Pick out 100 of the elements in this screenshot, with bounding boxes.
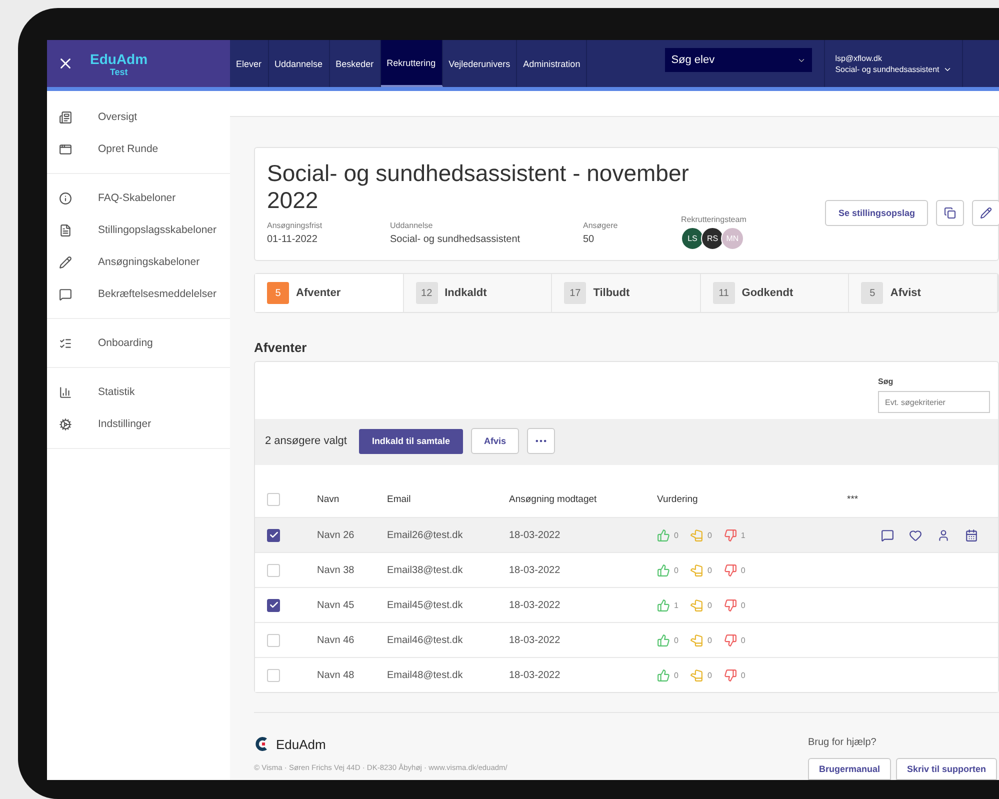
score-count: 0 xyxy=(740,636,746,644)
avatar: RS xyxy=(701,227,724,250)
nav-tab[interactable]: Vejlederunivers xyxy=(442,40,518,87)
copy-button[interactable] xyxy=(936,200,964,226)
sidebar-item[interactable]: Oversigt xyxy=(47,101,230,133)
help-button[interactable]: Brugermanual xyxy=(808,758,891,780)
score-count: 0 xyxy=(707,566,712,574)
column-header[interactable]: Navn xyxy=(317,494,340,504)
footer-brand: EduAdm xyxy=(276,736,326,752)
sidebar-item[interactable]: Bekræftelsesmeddelelser xyxy=(47,278,230,310)
name-cell-text: Navn 26 xyxy=(317,530,356,540)
nav-tab[interactable]: Elever xyxy=(230,40,269,87)
brand-name: EduAdm xyxy=(90,50,148,66)
table-row[interactable]: Navn 48 Email48@test.dk 18-03-2022 0 0 0 xyxy=(255,657,998,692)
view-posting-button[interactable]: Se stillingsopslag xyxy=(825,200,928,226)
eduadm-logo-icon xyxy=(254,735,270,753)
nav-tab[interactable]: Administration xyxy=(517,40,588,87)
field-label: Rekrutteringsteam xyxy=(681,215,746,224)
student-search-dropdown[interactable]: Søg elev xyxy=(665,48,812,72)
speech-bubble-icon xyxy=(59,288,72,300)
thumbs-up-icon[interactable] xyxy=(657,528,670,542)
help-text: Brug for hjælp? xyxy=(808,737,878,748)
person-icon[interactable] xyxy=(937,528,950,542)
column-header[interactable]: *** xyxy=(847,494,858,504)
stage-tab[interactable]: 5 Afventer xyxy=(255,274,404,312)
field-value: Social- og sundhedsassistent xyxy=(390,234,522,245)
row-checkbox[interactable] xyxy=(267,528,280,542)
thumb-sideways-icon[interactable] xyxy=(690,528,704,542)
environment-label: Test xyxy=(110,66,128,76)
thumbs-up-icon[interactable] xyxy=(657,668,670,682)
search-field[interactable]: Evt. søgekriterier xyxy=(878,391,990,413)
thumb-sideways-icon[interactable] xyxy=(690,564,704,576)
more-button[interactable] xyxy=(526,428,555,454)
settings-icon xyxy=(59,418,72,430)
table-row[interactable]: Navn 26 Email26@test.dk 18-03-2022 0 0 1 xyxy=(255,517,998,552)
date-cell-text: 18-03-2022 xyxy=(509,530,562,540)
select-all-checkbox[interactable] xyxy=(267,492,280,506)
user-menu[interactable]: lsp@xflow.dk Social- og sundhedsassistent xyxy=(824,40,964,87)
selection-count: 2 ansøgere valgt xyxy=(265,435,347,447)
email-cell-text: Email26@test.dk xyxy=(387,530,464,540)
email-cell-text: Email46@test.dk xyxy=(387,634,464,646)
date-cell-text: 18-03-2022 xyxy=(509,564,562,576)
section-title: Afventer xyxy=(254,340,308,355)
name-cell-text: Navn 48 xyxy=(317,670,356,680)
chart-icon xyxy=(59,386,72,398)
date-cell-text: 18-03-2022 xyxy=(509,634,562,646)
field-label: Ansøgere xyxy=(583,221,619,230)
avatar: MN xyxy=(721,227,744,250)
copy-icon xyxy=(944,206,956,219)
sidebar-item[interactable]: Indstillinger xyxy=(47,408,230,440)
stage-tab[interactable]: 12 Indkaldt xyxy=(404,274,552,312)
document-icon xyxy=(59,224,72,236)
score-count: 0 xyxy=(707,530,712,540)
sidebar-item[interactable]: Onboarding xyxy=(47,327,230,359)
field-label: Ansøgningsfrist xyxy=(267,221,324,230)
thumbs-down-icon[interactable] xyxy=(724,598,737,612)
sidebar-item[interactable]: Stillingopslagsskabeloner xyxy=(47,214,230,246)
reject-button[interactable]: Afvis xyxy=(470,428,519,454)
help-button[interactable]: Skriv til supporten xyxy=(896,758,997,780)
thumb-sideways-icon[interactable] xyxy=(690,634,704,646)
stage-tab[interactable]: 5 Afvist xyxy=(849,274,998,312)
column-header[interactable]: Vurdering xyxy=(657,494,698,504)
score-count: 0 xyxy=(707,670,712,680)
thumbs-down-icon[interactable] xyxy=(724,634,737,646)
nav-tab[interactable]: Rekruttering xyxy=(380,40,443,87)
pencil-icon xyxy=(59,256,72,268)
heart-icon[interactable] xyxy=(909,528,922,542)
edit-button[interactable] xyxy=(972,200,999,226)
thumbs-up-icon[interactable] xyxy=(657,634,670,646)
column-header[interactable]: Email xyxy=(387,494,411,504)
sidebar-item[interactable]: Ansøgningskabeloner xyxy=(47,246,230,278)
row-checkbox[interactable] xyxy=(267,598,280,612)
sidebar-item[interactable]: Opret Runde xyxy=(47,133,230,165)
thumbs-down-icon[interactable] xyxy=(724,668,737,682)
avatar: LS xyxy=(681,227,704,250)
score-count: 0 xyxy=(707,600,712,610)
thumbs-down-icon[interactable] xyxy=(724,528,737,542)
nav-tab[interactable]: Uddannelse xyxy=(268,40,330,87)
thumb-sideways-icon[interactable] xyxy=(690,598,704,612)
invite-button[interactable]: Indkald til samtale xyxy=(358,428,463,454)
thumbs-down-icon[interactable] xyxy=(724,564,737,576)
thumbs-up-icon[interactable] xyxy=(657,598,670,612)
score-count: 0 xyxy=(707,636,712,644)
date-cell-text: 18-03-2022 xyxy=(509,600,562,610)
score-count: 0 xyxy=(674,636,678,644)
field-value: 01-11-2022 xyxy=(267,234,318,245)
date-cell-text: 18-03-2022 xyxy=(509,670,562,680)
comment-icon[interactable] xyxy=(881,528,894,542)
stage-tab[interactable]: 17 Tilbudt xyxy=(552,274,701,312)
calendar-icon[interactable] xyxy=(965,528,978,542)
email-cell-text: Email38@test.dk xyxy=(387,564,464,576)
name-cell-text: Navn 46 xyxy=(317,634,356,646)
thumb-sideways-icon[interactable] xyxy=(690,668,704,682)
thumbs-up-icon[interactable] xyxy=(657,564,670,576)
sidebar-item[interactable]: Statistik xyxy=(47,376,230,408)
column-header[interactable]: Ansøgning modtaget xyxy=(509,494,597,504)
sidebar-item[interactable]: FAQ-Skabeloner xyxy=(47,182,230,214)
stage-tab[interactable]: 11 Godkendt xyxy=(700,274,850,312)
pencil-icon xyxy=(980,206,992,219)
score-count: 1 xyxy=(740,530,746,540)
